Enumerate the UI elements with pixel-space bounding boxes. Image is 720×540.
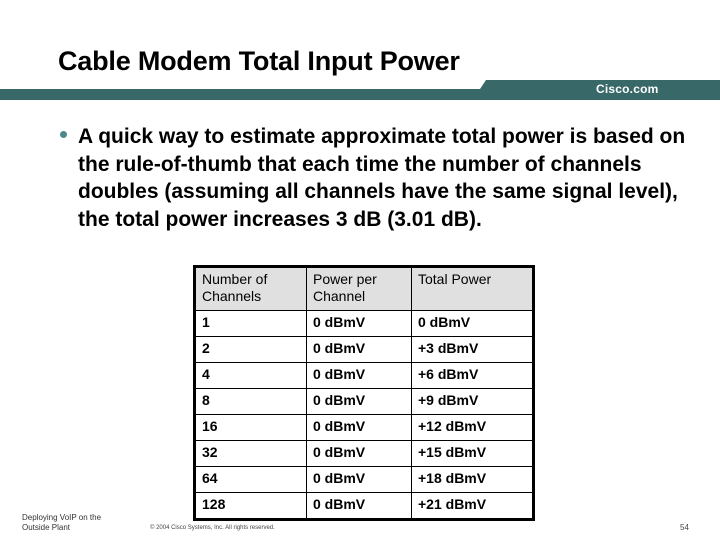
- table-row: 1 0 dBmV 0 dBmV: [194, 310, 534, 337]
- cell-power-per-channel: 0 dBmV: [306, 362, 412, 389]
- cell-channels: 16: [194, 414, 307, 441]
- cell-power-per-channel: 0 dBmV: [306, 492, 412, 520]
- table-row: 8 0 dBmV +9 dBmV: [194, 388, 534, 415]
- table-row: 4 0 dBmV +6 dBmV: [194, 362, 534, 389]
- cell-power-per-channel: 0 dBmV: [306, 336, 412, 363]
- footer-course-title: Deploying VoIP on the Outside Plant: [22, 513, 101, 533]
- header-power-per-channel: Power per Channel: [306, 266, 412, 311]
- slide-title: Cable Modem Total Input Power: [58, 46, 460, 76]
- brand-link[interactable]: Cisco.com: [596, 82, 659, 96]
- table-row: 2 0 dBmV +3 dBmV: [194, 336, 534, 363]
- cell-total-power: 0 dBmV: [411, 310, 534, 337]
- cell-channels: 2: [194, 336, 307, 363]
- cell-total-power: +12 dBmV: [411, 414, 534, 441]
- cell-channels: 8: [194, 388, 307, 415]
- table-header-row: Number of Channels Power per Channel Tot…: [194, 266, 534, 311]
- cell-total-power: +15 dBmV: [411, 440, 534, 467]
- page-number: 54: [680, 523, 689, 532]
- cell-total-power: +21 dBmV: [411, 492, 534, 520]
- cell-power-per-channel: 0 dBmV: [306, 466, 412, 493]
- bullet-item: A quick way to estimate approximate tota…: [58, 123, 708, 233]
- header-total-power: Total Power: [411, 266, 534, 311]
- cell-power-per-channel: 0 dBmV: [306, 440, 412, 467]
- table-row: 32 0 dBmV +15 dBmV: [194, 440, 534, 467]
- cell-channels: 4: [194, 362, 307, 389]
- table-row: 16 0 dBmV +12 dBmV: [194, 414, 534, 441]
- bullet-text: A quick way to estimate approximate tota…: [78, 125, 686, 231]
- cell-total-power: +6 dBmV: [411, 362, 534, 389]
- cell-power-per-channel: 0 dBmV: [306, 310, 412, 337]
- cell-power-per-channel: 0 dBmV: [306, 414, 412, 441]
- footer-course-line-1: Deploying VoIP on the: [22, 513, 102, 522]
- cell-total-power: +3 dBmV: [411, 336, 534, 363]
- cell-total-power: +18 dBmV: [411, 466, 534, 493]
- cell-power-per-channel: 0 dBmV: [306, 388, 412, 415]
- cell-total-power: +9 dBmV: [411, 388, 534, 415]
- cell-channels: 128: [194, 492, 307, 520]
- table-row: 128 0 dBmV +21 dBmV: [194, 492, 534, 520]
- header-channels: Number of Channels: [194, 266, 307, 311]
- cell-channels: 64: [194, 466, 307, 493]
- power-table: Number of Channels Power per Channel Tot…: [193, 265, 535, 521]
- table-row: 64 0 dBmV +18 dBmV: [194, 466, 534, 493]
- cell-channels: 1: [194, 310, 307, 337]
- footer-copyright: © 2004 Cisco Systems, Inc. All rights re…: [150, 525, 275, 531]
- footer-course-line-2: Outside Plant: [22, 523, 71, 532]
- cell-channels: 32: [194, 440, 307, 467]
- bullet-icon: [60, 131, 67, 138]
